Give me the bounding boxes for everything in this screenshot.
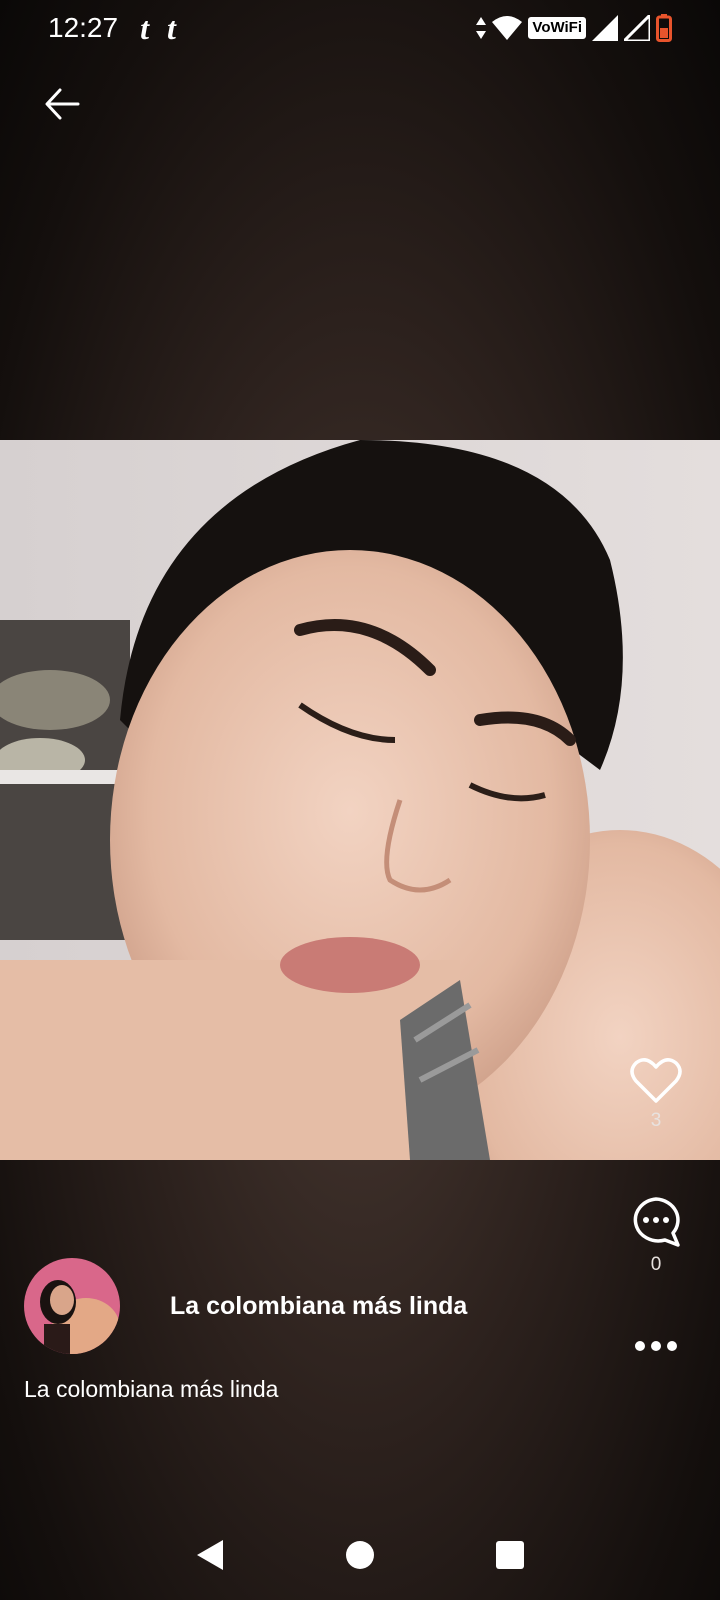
- nav-home-circle-icon[interactable]: [345, 1540, 375, 1570]
- comment-count: 0: [650, 1254, 662, 1275]
- nav-back-triangle-icon[interactable]: [195, 1538, 225, 1572]
- avatar-image: [24, 1258, 120, 1354]
- like-count: 3: [650, 1110, 662, 1131]
- more-options-button[interactable]: [616, 1340, 696, 1352]
- battery-icon: [656, 14, 672, 42]
- post-photo[interactable]: [0, 440, 720, 1160]
- selfie-photo: [0, 440, 720, 1160]
- vowifi-badge: VoWiFi: [528, 17, 586, 39]
- back-button[interactable]: [40, 82, 84, 126]
- nav-recents-square-icon[interactable]: [495, 1540, 525, 1570]
- heart-outline-icon: [630, 1058, 682, 1103]
- screen: 12:27 t t VoWiFi 3 0 La colombiana más l…: [0, 0, 720, 1600]
- status-icons: VoWiFi: [476, 14, 672, 42]
- post-caption: La colombiana más linda: [24, 1376, 279, 1402]
- tumblr-icon: t: [140, 9, 149, 46]
- like-button[interactable]: 3: [616, 1056, 696, 1132]
- signal-icon: [592, 15, 618, 41]
- system-nav-bar: [0, 1510, 720, 1600]
- status-bar: 12:27 t t VoWiFi: [0, 0, 720, 56]
- tumblr-icon: t: [166, 9, 176, 46]
- avatar[interactable]: [24, 1258, 120, 1354]
- more-horizontal-icon: [635, 1341, 677, 1351]
- comment-bubble-icon: [633, 1197, 680, 1247]
- signal-icon: [624, 15, 650, 41]
- status-time: 12:27: [48, 12, 119, 43]
- author-row[interactable]: La colombiana más linda: [24, 1258, 624, 1354]
- comment-button[interactable]: 0: [616, 1196, 696, 1276]
- author-name[interactable]: La colombiana más linda: [170, 1292, 467, 1321]
- wifi-icon: [492, 16, 523, 40]
- data-arrows-icon: [476, 17, 487, 39]
- arrow-left-icon: [45, 88, 80, 120]
